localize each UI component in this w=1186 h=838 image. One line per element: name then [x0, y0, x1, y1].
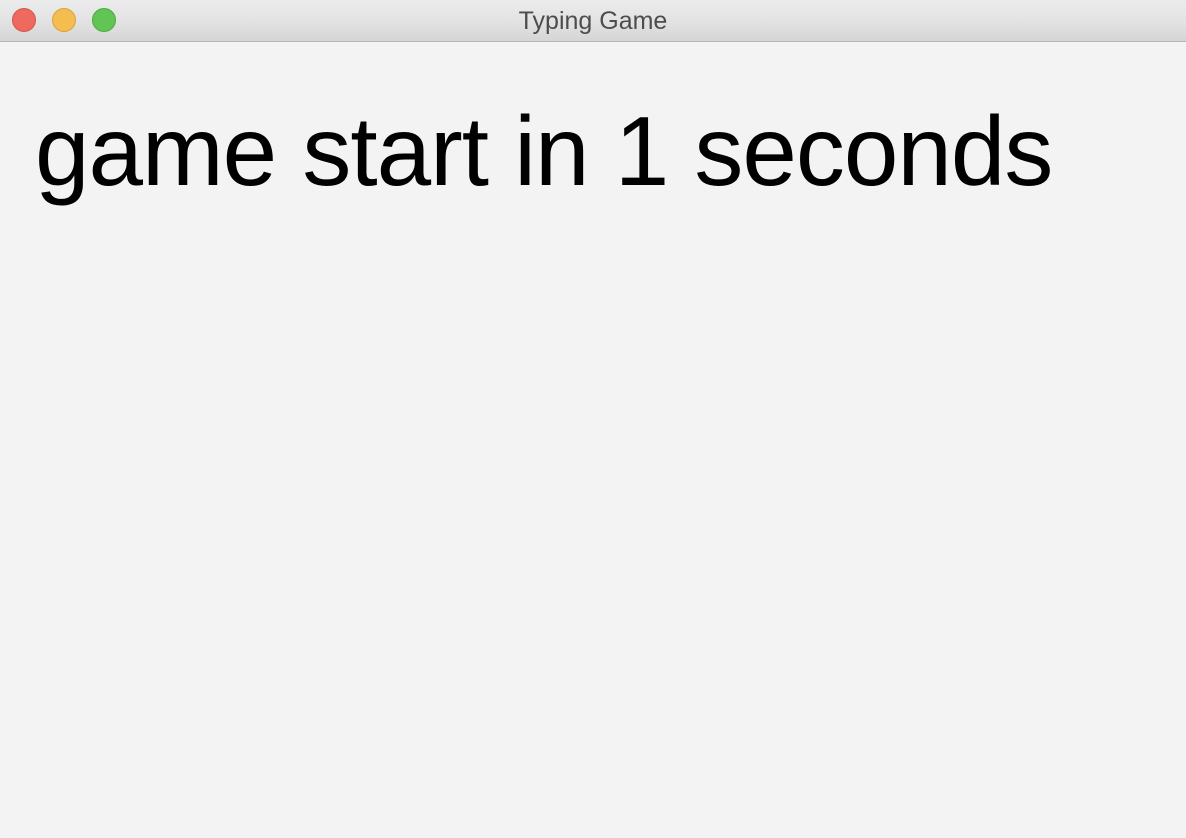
title-bar[interactable]: Typing Game: [0, 0, 1186, 42]
countdown-message: game start in 1 seconds: [35, 96, 1053, 206]
app-window: Typing Game game start in 1 seconds: [0, 0, 1186, 838]
game-area: game start in 1 seconds: [0, 42, 1186, 838]
window-title: Typing Game: [518, 7, 668, 35]
